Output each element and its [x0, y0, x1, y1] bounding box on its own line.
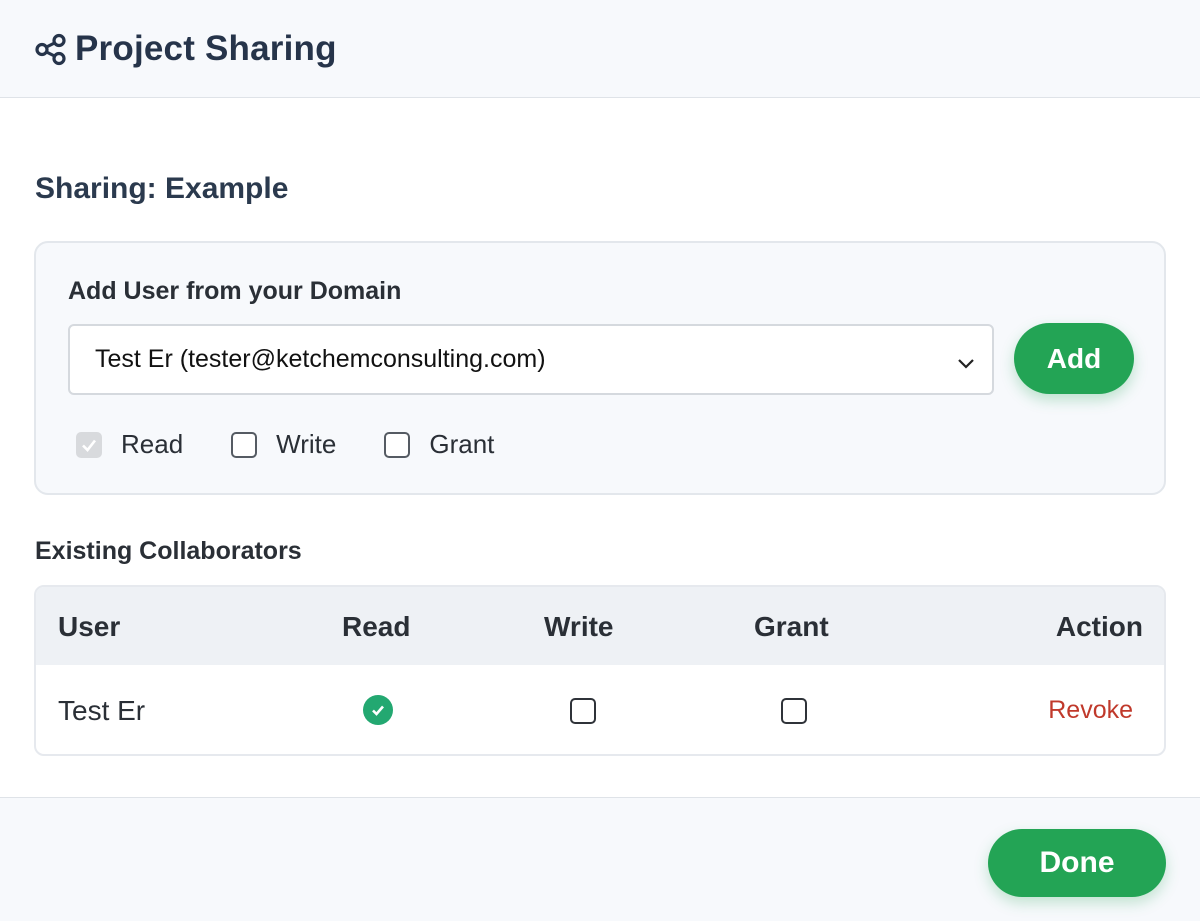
done-button[interactable]: Done [988, 829, 1166, 897]
add-button[interactable]: Add [1014, 323, 1134, 394]
permission-grant: Grant [384, 429, 494, 460]
column-header-grant: Grant [754, 611, 829, 642]
column-header-action: Action [1055, 611, 1143, 642]
revoke-link[interactable]: Revoke [1048, 696, 1133, 725]
write-permission-checkbox[interactable] [570, 698, 596, 724]
grant-label: Grant [429, 429, 495, 459]
column-header-user: User [58, 611, 121, 642]
column-header-read: Read [342, 611, 411, 642]
modal-title: Project Sharing [75, 28, 337, 68]
user-select[interactable]: Test Er (tester@ketchemconsulting.com) [68, 324, 994, 395]
grant-checkbox[interactable] [384, 431, 411, 458]
write-checkbox[interactable] [231, 431, 258, 458]
modal-footer: Done [0, 797, 1200, 921]
permission-write: Write [231, 429, 336, 460]
permission-read: Read [76, 429, 183, 460]
check-circle-icon [363, 695, 393, 725]
grant-permission-checkbox[interactable] [781, 698, 807, 724]
add-user-panel: Add User from your Domain Test Er (teste… [34, 241, 1166, 495]
read-label: Read [121, 429, 184, 459]
table-header: User Read Write Grant Action [36, 587, 1164, 665]
read-checkbox[interactable] [76, 431, 102, 458]
column-header-write: Write [544, 611, 614, 642]
sharing-title: Sharing: Example [35, 172, 289, 205]
collaborators-table: User Read Write Grant Action Test Er Rev… [34, 585, 1166, 756]
collaborator-name: Test Er [58, 695, 146, 726]
table-row: Test Er Revoke [36, 665, 1164, 754]
modal-header: Project Sharing [0, 0, 1200, 98]
user-select-value: Test Er (tester@ketchemconsulting.com) [95, 345, 546, 373]
existing-collaborators-title: Existing Collaborators [35, 537, 302, 565]
project-sharing-modal: Project Sharing Sharing: Example Add Use… [0, 0, 1200, 921]
permission-options: Read Write Grant [76, 429, 542, 460]
chevron-down-icon [956, 351, 976, 371]
write-label: Write [276, 429, 337, 459]
add-user-label: Add User from your Domain [68, 277, 402, 305]
share-icon [34, 33, 67, 66]
